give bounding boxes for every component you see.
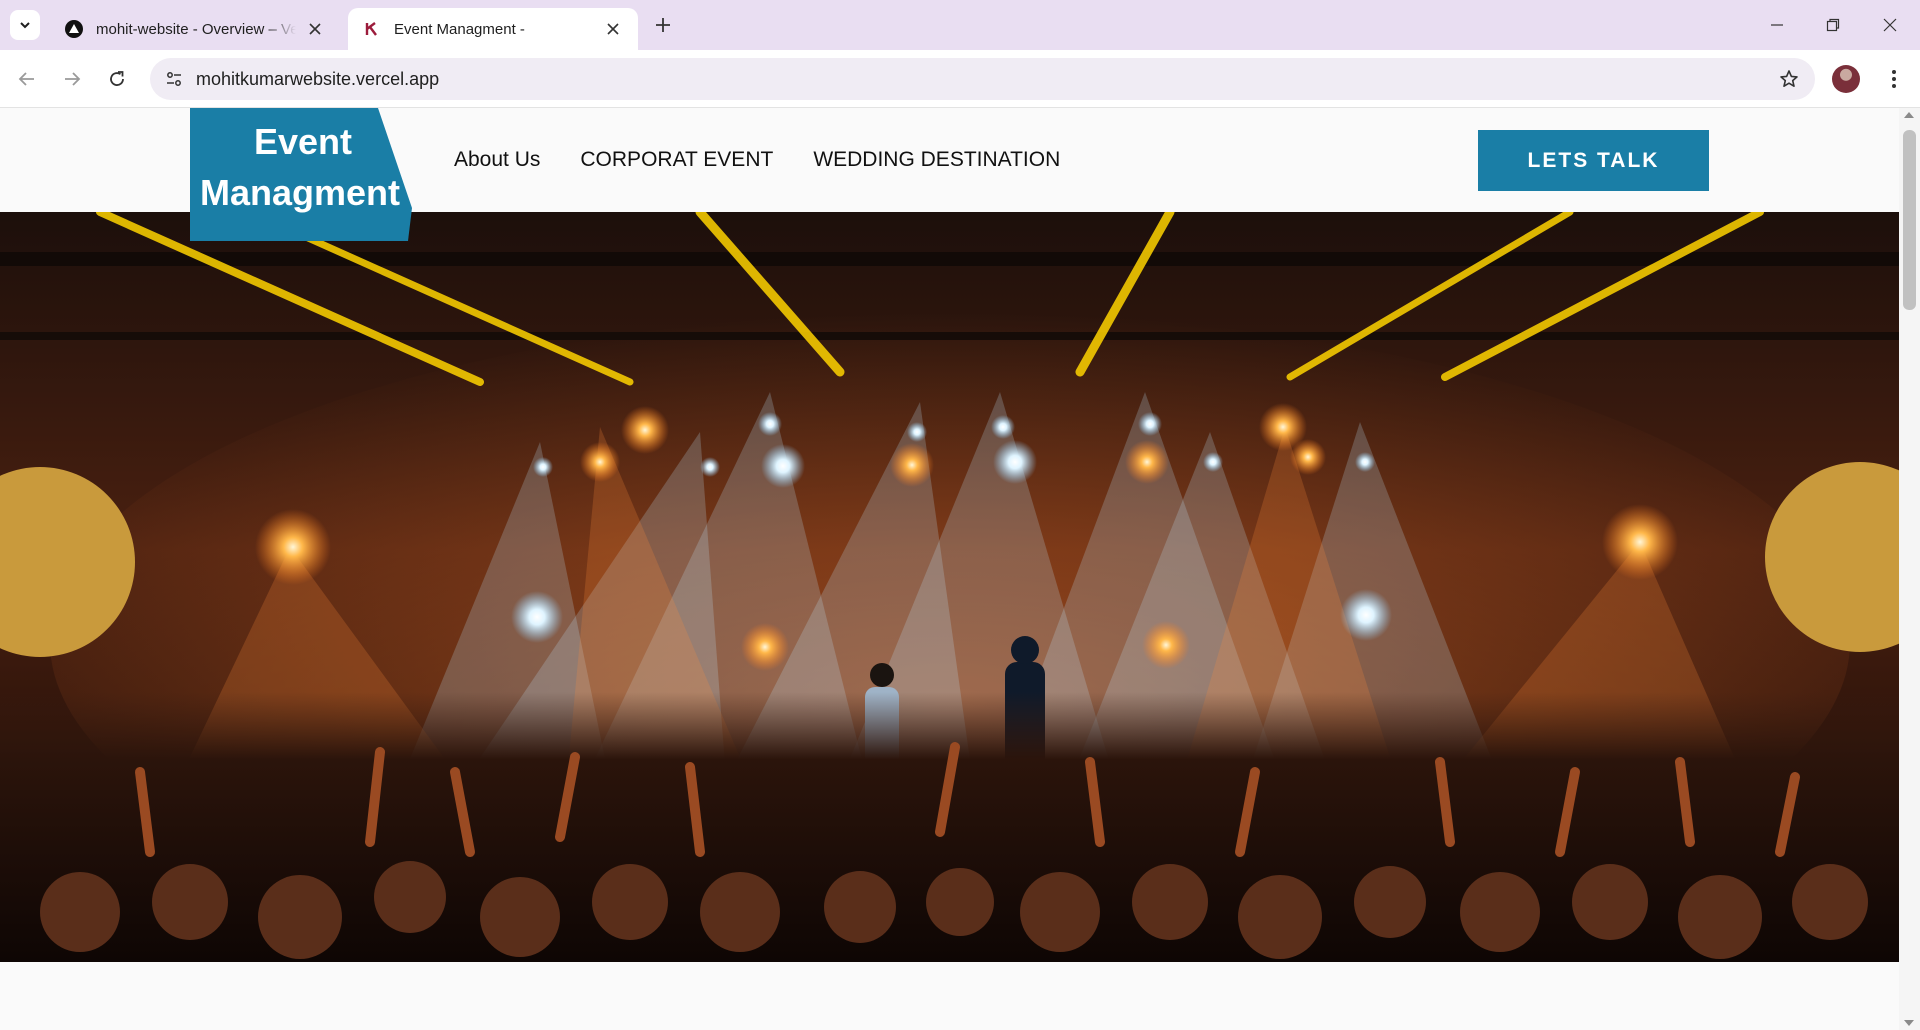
- tab-title: mohit-website - Overview – Vercel: [96, 20, 296, 38]
- reload-icon: [110, 71, 124, 86]
- forward-button[interactable]: [55, 62, 89, 96]
- lets-talk-button[interactable]: LETS TALK: [1478, 130, 1709, 191]
- scrollbar-thumb[interactable]: [1903, 130, 1916, 310]
- restore-button[interactable]: [1805, 0, 1861, 50]
- address-bar[interactable]: mohitkumarwebsite.vercel.app: [150, 58, 1815, 100]
- scroll-up-arrow-icon[interactable]: [1904, 112, 1914, 118]
- browser-toolbar: mohitkumarwebsite.vercel.app: [0, 50, 1920, 108]
- browser-menu-button[interactable]: [1880, 65, 1908, 93]
- main-nav: About Us CORPORAT EVENT WEDDING DESTINAT…: [454, 148, 1100, 172]
- site-info-icon[interactable]: [160, 65, 188, 93]
- bookmark-star-icon[interactable]: [1777, 67, 1801, 91]
- arrow-left-icon: [18, 72, 34, 86]
- nav-link-corporat-event[interactable]: CORPORAT EVENT: [580, 148, 773, 172]
- concert-stage-image: [0, 212, 1899, 962]
- site-favicon-icon: [362, 19, 382, 39]
- browser-tabstrip: mohit-website - Overview – Vercel Event …: [0, 0, 1920, 50]
- new-tab-button[interactable]: [650, 12, 676, 38]
- browser-tab-event-managment[interactable]: Event Managment -: [348, 8, 638, 50]
- close-window-button[interactable]: [1862, 0, 1918, 50]
- back-button[interactable]: [10, 62, 44, 96]
- browser-tab-vercel[interactable]: mohit-website - Overview – Vercel: [50, 8, 340, 50]
- vercel-icon: [64, 19, 84, 39]
- logo-line-2: Managment: [200, 172, 401, 213]
- close-tab-icon[interactable]: [304, 18, 326, 40]
- close-tab-icon[interactable]: [602, 18, 624, 40]
- logo-line-1: Event: [254, 121, 353, 162]
- restore-icon: [1826, 18, 1840, 32]
- hero-image: [0, 212, 1899, 962]
- tab-search-button[interactable]: [10, 10, 40, 40]
- url-text[interactable]: mohitkumarwebsite.vercel.app: [196, 69, 439, 90]
- site-header: Event Managment About Us CORPORAT EVENT …: [0, 108, 1899, 241]
- chevron-down-icon: [20, 22, 30, 29]
- nav-link-about-us[interactable]: About Us: [454, 148, 540, 172]
- profile-avatar[interactable]: [1832, 65, 1860, 93]
- plus-icon: [656, 18, 670, 32]
- page-scrollbar[interactable]: [1899, 108, 1920, 1030]
- site-logo[interactable]: Event Managment: [190, 108, 412, 241]
- kebab-menu-icon: [1892, 70, 1896, 88]
- minimize-button[interactable]: [1749, 0, 1805, 50]
- minimize-icon: [1771, 24, 1783, 26]
- reload-button[interactable]: [100, 62, 134, 96]
- nav-link-wedding-destination[interactable]: WEDDING DESTINATION: [813, 148, 1060, 172]
- scroll-down-arrow-icon[interactable]: [1904, 1020, 1914, 1026]
- close-icon: [1883, 18, 1897, 32]
- arrow-right-icon: [65, 72, 81, 86]
- page-viewport: Event Managment About Us CORPORAT EVENT …: [0, 108, 1899, 1030]
- tab-title: Event Managment -: [394, 20, 525, 38]
